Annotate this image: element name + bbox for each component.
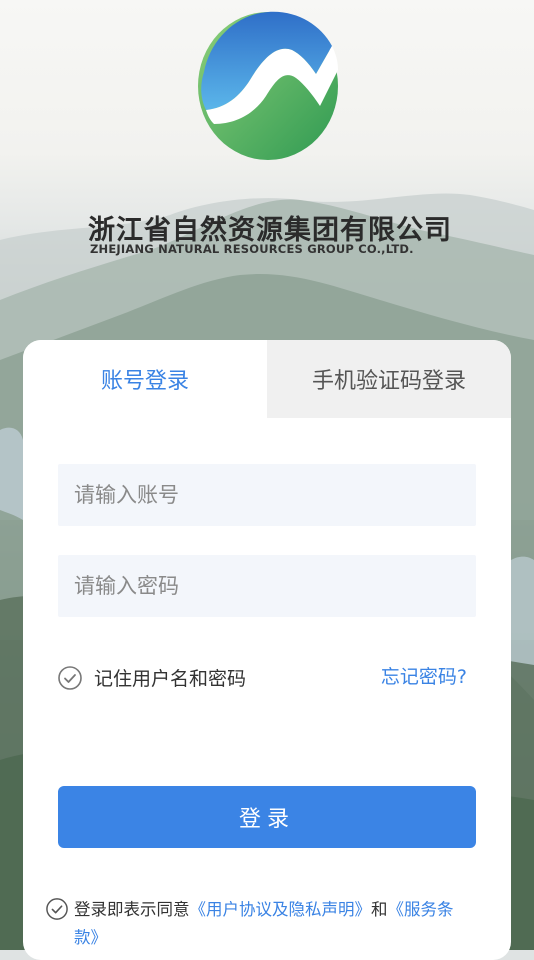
- login-button[interactable]: 登录: [58, 786, 476, 848]
- account-field[interactable]: [58, 464, 476, 526]
- remember-me-label: 记住用户名和密码: [94, 668, 247, 690]
- privacy-policy-link[interactable]: 《用户协议及隐私声明》: [190, 900, 372, 919]
- tab-sms-login[interactable]: 手机验证码登录: [267, 340, 511, 418]
- agreement-text: 登录即表示同意《用户协议及隐私声明》和《服务条款》: [74, 896, 476, 952]
- tab-account-login[interactable]: 账号登录: [23, 340, 267, 418]
- agreement-prefix: 登录即表示同意: [74, 900, 190, 919]
- forgot-password-link[interactable]: 忘记密码?: [381, 664, 467, 690]
- company-name-en: ZHEJIANG NATURAL RESOURCES GROUP CO.,LTD…: [90, 242, 414, 256]
- company-logo: [196, 10, 340, 162]
- login-card: 账号登录 手机验证码登录 记住用户名和密码 忘记密码? 登录 登录即表示同意《用…: [23, 340, 511, 960]
- login-tabs: 账号登录 手机验证码登录: [23, 340, 511, 418]
- remember-me-checkbox[interactable]: 记住用户名和密码: [58, 664, 246, 691]
- agreement-row: 登录即表示同意《用户协议及隐私声明》和《服务条款》: [46, 896, 476, 952]
- password-field[interactable]: [58, 555, 476, 617]
- password-input[interactable]: [72, 573, 476, 599]
- account-input[interactable]: [72, 482, 476, 508]
- agreement-check-icon[interactable]: [46, 898, 68, 920]
- agreement-conjunction: 和: [371, 900, 388, 919]
- check-circle-icon[interactable]: [58, 665, 82, 690]
